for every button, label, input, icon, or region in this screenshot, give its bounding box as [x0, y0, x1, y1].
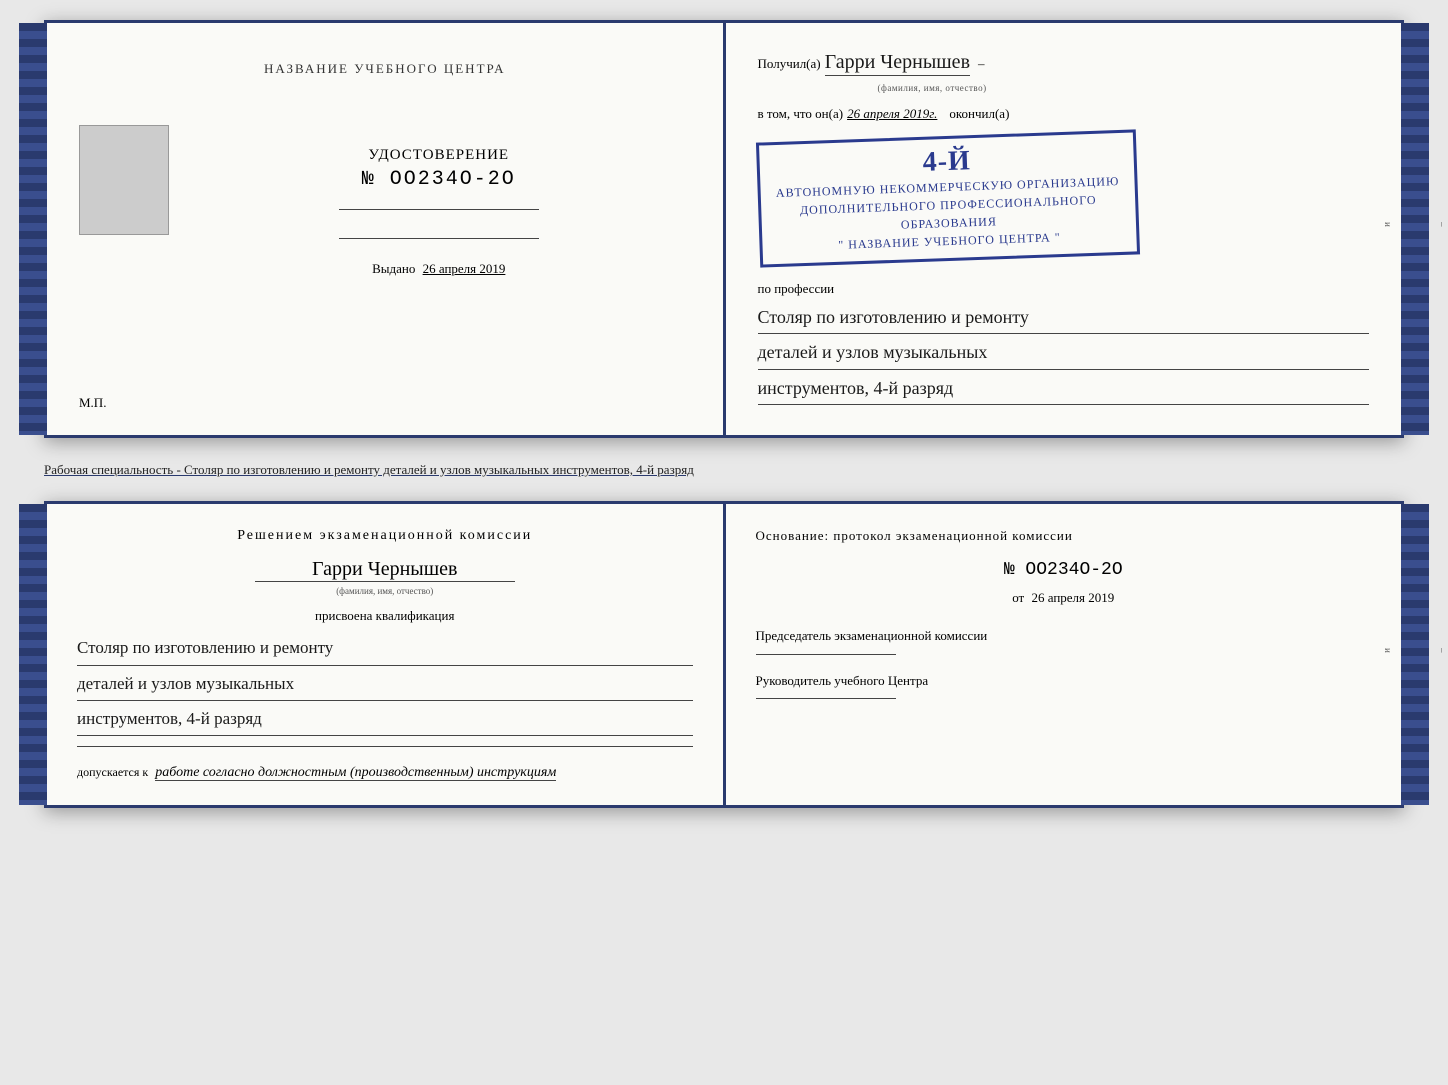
- qual-divider: [77, 746, 693, 747]
- profession-line3-top: инструментов, 4-й разряд: [758, 372, 1370, 405]
- rukovoditel-sig-line: [756, 698, 896, 699]
- recipient-name: Гарри Чернышев: [825, 51, 970, 76]
- resheniem-title: Решением экзаменационной комиссии: [77, 528, 693, 544]
- prisvoena-label: присвоена квалификация: [77, 608, 693, 624]
- divider-line-2: [339, 238, 539, 239]
- side-decoration-bottom-right: – – – – – ← а и: [1383, 504, 1401, 805]
- po-professii-label: по профессии: [758, 281, 1370, 297]
- poluchil-prefix: Получил(а): [758, 56, 821, 72]
- dopuskaetsya-row: допускается к работе согласно должностны…: [77, 765, 693, 781]
- udostoverenie-label: УДОСТОВЕРЕНИЕ: [368, 147, 509, 164]
- photo-placeholder: [79, 125, 169, 235]
- top-left-title: НАЗВАНИЕ УЧЕБНОГО ЦЕНТРА: [79, 61, 691, 77]
- date-vtom: 26 апреля 2019г.: [847, 106, 937, 122]
- top-left-page: НАЗВАНИЕ УЧЕБНОГО ЦЕНТРА УДОСТОВЕРЕНИЕ №…: [47, 23, 726, 435]
- vydano-date: 26 апреля 2019: [423, 261, 506, 276]
- stamp-box: 4-й АВТОНОМНУЮ НЕКОММЕРЧЕСКУЮ ОРГАНИЗАЦИ…: [755, 129, 1139, 267]
- description-text: Рабочая специальность - Столяр по изгото…: [44, 456, 1404, 484]
- vydano-label: Выдано: [372, 261, 415, 276]
- osnovanie-label: Основание: протокол экзаменационной коми…: [756, 528, 1372, 544]
- udostoverenie-number: № OO234O-2O: [362, 168, 516, 191]
- stamp-line4: " НАЗВАНИЕ УЧЕБНОГО ЦЕНТРА ": [838, 230, 1061, 252]
- name-hint-bottom: (фамилия, имя, отчество): [77, 586, 693, 596]
- person-name-bottom: Гарри Чернышев: [255, 558, 515, 582]
- bottom-right-page: Основание: протокол экзаменационной коми…: [726, 504, 1402, 805]
- top-document-spread: НАЗВАНИЕ УЧЕБНОГО ЦЕНТРА УДОСТОВЕРЕНИЕ №…: [44, 20, 1404, 438]
- predsedatel-sig-line: [756, 654, 896, 655]
- profession-line2-top: деталей и узлов музыкальных: [758, 336, 1370, 369]
- rukovoditel-label: Руководитель учебного Центра: [756, 671, 1372, 691]
- top-right-page: Получил(а) Гарри Чернышев – (фамилия, им…: [726, 23, 1402, 435]
- fio-hint-top: (фамилия, имя, отчество): [878, 83, 987, 93]
- ot-date: 26 апреля 2019: [1031, 590, 1114, 605]
- okonchil-label: окончил(а): [949, 106, 1009, 122]
- profession-line1-top: Столяр по изготовлению и ремонту: [758, 301, 1370, 334]
- qualification-line3: инструментов, 4-й разряд: [77, 703, 693, 736]
- side-decoration-right: – – – – – ← а и: [1383, 23, 1401, 435]
- stamp-line3: ДОПОЛНИТЕЛЬНОГО ПРОФЕССИОНАЛЬНОГО ОБРАЗО…: [799, 193, 1096, 232]
- divider-line-1: [339, 209, 539, 210]
- vtom-row: в том, что он(а) 26 апреля 2019г. окончи…: [758, 106, 1370, 122]
- qualification-line1: Столяр по изготовлению и ремонту: [77, 632, 693, 665]
- vydano-row: Выдано 26 апреля 2019: [372, 261, 505, 277]
- mp-label: М.П.: [79, 395, 106, 411]
- bottom-number: № OO234O-2O: [756, 560, 1372, 580]
- qualification-line2: деталей и узлов музыкальных: [77, 668, 693, 701]
- ot-prefix: от: [1012, 590, 1024, 605]
- vtom-prefix: в том, что он(а): [758, 106, 844, 122]
- poluchil-row: Получил(а) Гарри Чернышев –: [758, 51, 1370, 76]
- bottom-left-page: Решением экзаменационной комиссии Гарри …: [47, 504, 726, 805]
- dopuskaetsya-prefix: допускается к: [77, 765, 148, 779]
- ot-row: от 26 апреля 2019: [756, 590, 1372, 606]
- bottom-document-spread: Решением экзаменационной комиссии Гарри …: [44, 501, 1404, 808]
- dopuskaetsya-text: работе согласно должностным (производств…: [155, 765, 556, 781]
- predsedatel-label: Председатель экзаменационной комиссии: [756, 626, 1372, 646]
